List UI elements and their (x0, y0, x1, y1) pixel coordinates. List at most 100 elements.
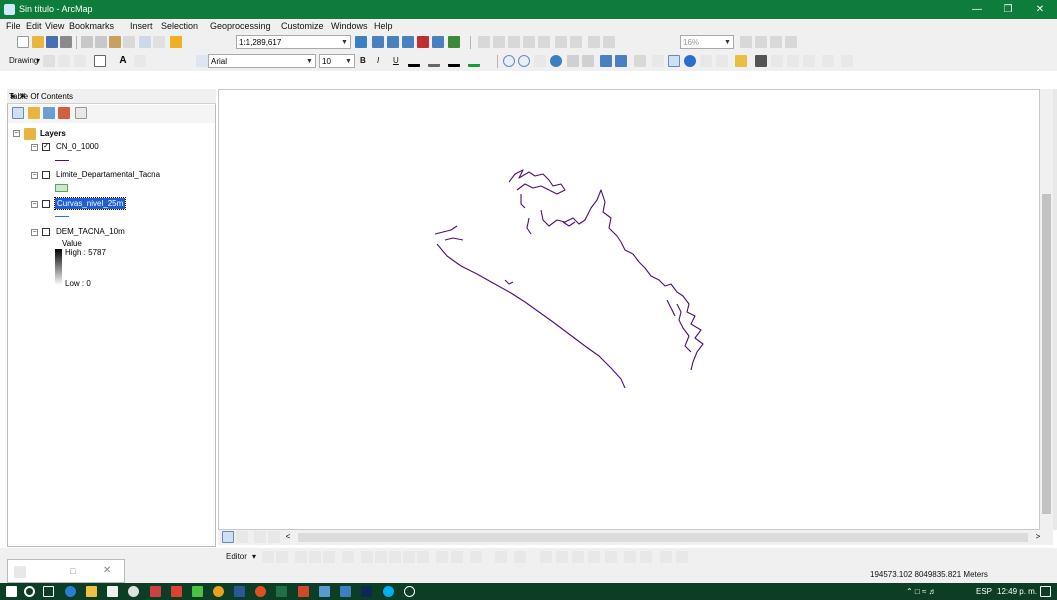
fixed-zoom-out-icon[interactable] (582, 55, 594, 67)
redo-icon[interactable] (153, 36, 165, 48)
layout-tool-icon[interactable] (538, 36, 550, 48)
rotate-icon[interactable] (58, 55, 70, 67)
layout-tool-icon[interactable] (740, 36, 752, 48)
spatial-adjustment-icon[interactable] (540, 551, 552, 563)
chrome-icon[interactable] (128, 586, 139, 597)
full-extent-icon[interactable] (550, 55, 562, 67)
fixed-zoom-in-icon[interactable] (567, 55, 579, 67)
edit-vertices-icon[interactable] (134, 55, 146, 67)
end-point-arc-icon[interactable] (309, 551, 321, 563)
file-explorer-icon[interactable] (86, 586, 97, 597)
list-by-visibility-icon[interactable] (43, 107, 55, 119)
spatial-adjustment-icon[interactable] (572, 551, 584, 563)
layout-tool-icon[interactable] (555, 36, 567, 48)
app-icon[interactable] (340, 586, 351, 597)
map-scale-combo[interactable]: 1:1,289,617 ▼ (236, 35, 351, 49)
raster-gradient-ramp[interactable] (55, 249, 62, 285)
word-icon[interactable] (234, 586, 245, 597)
line-symbol[interactable] (55, 216, 69, 217)
georeferencing-icon[interactable] (495, 551, 507, 563)
drawing-menu[interactable]: Drawing (9, 56, 38, 65)
arcmap-taskbar-icon[interactable] (319, 586, 330, 597)
zoom-out-icon[interactable] (518, 55, 530, 67)
layout-tool-icon[interactable] (570, 36, 582, 48)
marker-color-icon[interactable] (468, 55, 480, 67)
close-button[interactable]: ✕ (1025, 0, 1055, 19)
spatial-adjustment-icon[interactable] (588, 551, 600, 563)
collapse-icon[interactable]: − (31, 229, 38, 236)
split-icon[interactable] (403, 551, 415, 563)
copy-icon[interactable] (95, 36, 107, 48)
time-slider-icon[interactable] (803, 55, 815, 67)
layer-name-selected[interactable]: Curvas_nivel_25m (53, 197, 127, 210)
layout-view-icon[interactable] (236, 531, 248, 543)
menu-customize[interactable]: Customize (281, 21, 324, 31)
point-icon[interactable] (342, 551, 354, 563)
bold-icon[interactable]: B (360, 56, 366, 65)
powerpoint-icon[interactable] (298, 586, 309, 597)
go-back-icon[interactable] (600, 55, 612, 67)
pause-drawing-icon[interactable] (268, 531, 280, 543)
spatial-adjustment-icon[interactable] (556, 551, 568, 563)
menu-file[interactable]: File (6, 21, 21, 31)
delete-icon[interactable] (123, 36, 135, 48)
rotate-icon[interactable] (417, 551, 429, 563)
trace-icon[interactable] (323, 551, 335, 563)
go-to-xy-icon[interactable] (787, 55, 799, 67)
collapse-icon[interactable]: − (31, 201, 38, 208)
scroll-right-icon[interactable]: > (1032, 531, 1044, 543)
layer-visibility-checkbox[interactable] (42, 171, 50, 179)
layout-tool-icon[interactable] (770, 36, 782, 48)
clock[interactable]: 12:49 p. m. (997, 587, 1037, 596)
search-icon[interactable] (24, 586, 35, 597)
pin-close-icon[interactable]: ∗ ✕ (9, 91, 212, 102)
maximize-button[interactable]: ❐ (993, 0, 1023, 19)
layout-tool-icon[interactable] (785, 36, 797, 48)
menu-geoprocessing[interactable]: Geoprocessing (210, 21, 271, 31)
select-elements-arrow-icon[interactable] (668, 55, 680, 67)
layer-name[interactable]: DEM_TACNA_10m (56, 227, 125, 236)
create-features-icon[interactable] (470, 551, 482, 563)
font-size-combo[interactable]: 10 ▼ (319, 54, 355, 68)
versioning-icon[interactable] (640, 551, 652, 563)
map-vertical-scrollbar[interactable] (1040, 89, 1053, 530)
layer-name[interactable]: CN_0_1000 (56, 142, 99, 151)
store-icon[interactable] (107, 586, 118, 597)
collapse-icon[interactable]: − (13, 130, 20, 137)
rectangle-icon[interactable] (94, 55, 106, 67)
save-icon[interactable] (46, 36, 58, 48)
editor-menu[interactable]: Editor (226, 552, 247, 561)
attributes-icon[interactable] (436, 551, 448, 563)
search-window-icon[interactable] (402, 36, 414, 48)
python-icon[interactable] (432, 36, 444, 48)
arctoolbox-icon[interactable] (417, 36, 429, 48)
data-view-icon[interactable] (222, 531, 234, 543)
new-icon[interactable] (17, 36, 29, 48)
html-popup-icon[interactable] (716, 55, 728, 67)
map-view[interactable] (218, 89, 1040, 530)
refresh-icon[interactable] (254, 531, 266, 543)
task-view-icon[interactable] (43, 586, 54, 597)
identify-icon[interactable] (684, 55, 696, 67)
layout-tool-icon[interactable] (755, 36, 767, 48)
print-icon[interactable] (60, 36, 72, 48)
text-icon[interactable]: A (117, 55, 129, 67)
cut-polygons-icon[interactable] (389, 551, 401, 563)
floating-toolbar-window[interactable]: □ ✕ (7, 559, 125, 583)
app-icon[interactable] (255, 586, 266, 597)
topology-icon[interactable] (514, 551, 526, 563)
zoom-in-icon[interactable] (503, 55, 515, 67)
select-features-icon[interactable] (634, 55, 646, 67)
start-icon[interactable] (6, 586, 17, 597)
layout-tool-icon[interactable] (508, 36, 520, 48)
layout-tool-icon[interactable] (478, 36, 490, 48)
menu-windows[interactable]: Windows (331, 21, 368, 31)
versioning-icon[interactable] (676, 551, 688, 563)
layout-tool-icon[interactable] (603, 36, 615, 48)
font-icon[interactable] (196, 55, 208, 67)
find-icon[interactable] (755, 55, 767, 67)
versioning-icon[interactable] (660, 551, 672, 563)
open-icon[interactable] (32, 36, 44, 48)
layer-visibility-checkbox[interactable] (42, 228, 50, 236)
fill-color-icon[interactable] (428, 55, 440, 67)
